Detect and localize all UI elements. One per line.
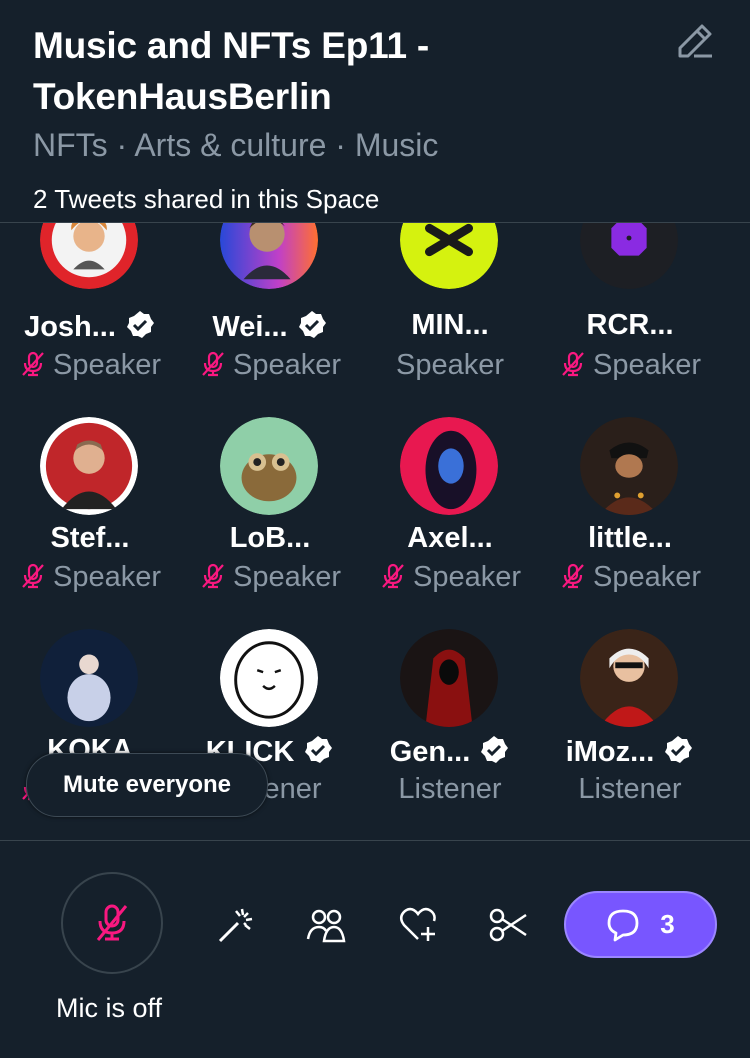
verified-badge-icon — [126, 311, 154, 338]
people-icon[interactable] — [306, 905, 346, 945]
participant-role: Speaker — [412, 561, 521, 593]
participant-role: Listener — [578, 773, 682, 805]
mic-muted-icon — [562, 563, 584, 589]
participant-tile[interactable]: Axel... Speaker — [360, 401, 540, 601]
space-header: Music and NFTs Ep11 - TokenHausBerlin NF… — [0, 0, 750, 222]
participant-tile[interactable]: Wei... Speaker — [180, 223, 360, 389]
space-topics: NFTs · Arts & culture · Music — [33, 127, 439, 163]
verified-badge-icon — [305, 736, 333, 763]
participant-name: iMoz... — [565, 736, 655, 768]
participant-tile[interactable]: Josh... Speaker — [0, 223, 180, 389]
participant-name: Wei... — [212, 311, 288, 343]
verified-badge-icon — [665, 736, 693, 763]
participant-tile[interactable]: LoB... Speaker — [180, 401, 360, 601]
participant-role: Speaker — [592, 561, 701, 593]
tweets-shared-link[interactable]: 2 Tweets shared in this Space — [33, 184, 379, 215]
participants-grid: Josh... Speaker Wei... Speaker MIN... Sp… — [0, 223, 750, 840]
participant-role: Speaker — [395, 349, 504, 381]
avatar — [580, 417, 678, 515]
scissors-icon[interactable] — [488, 905, 528, 945]
verified-badge-icon — [298, 311, 326, 338]
chat-button[interactable]: 3 — [564, 891, 717, 958]
avatar — [400, 223, 498, 289]
participant-tile[interactable]: little... Speaker — [540, 401, 720, 601]
chat-count: 3 — [660, 909, 675, 939]
mic-off-icon — [96, 904, 128, 941]
participant-role: Listener — [398, 773, 502, 805]
avatar — [400, 629, 498, 727]
chat-bubble-icon — [607, 909, 639, 941]
avatar — [220, 629, 318, 727]
participant-tile[interactable]: MIN... Speaker — [360, 223, 540, 389]
pencil-icon[interactable] — [672, 18, 718, 64]
verified-badge-icon — [481, 736, 509, 763]
participant-name: little... — [588, 522, 672, 554]
avatar — [40, 223, 138, 289]
participant-name: Josh... — [24, 311, 116, 343]
participant-tile[interactable]: Stef... Speaker — [0, 401, 180, 601]
participant-name: MIN... — [411, 309, 489, 341]
participant-tile[interactable]: Gen... Listener — [360, 613, 540, 813]
participant-name: Stef... — [50, 522, 130, 554]
magic-wand-icon[interactable] — [216, 905, 256, 945]
mic-muted-icon — [202, 563, 224, 589]
participant-tile[interactable]: iMoz... Listener — [540, 613, 720, 813]
avatar — [580, 629, 678, 727]
avatar — [220, 417, 318, 515]
avatar — [580, 223, 678, 289]
mute-everyone-button[interactable]: Mute everyone — [26, 753, 268, 817]
avatar — [40, 629, 138, 727]
mic-toggle-button[interactable] — [61, 872, 163, 974]
mic-muted-icon — [202, 351, 224, 377]
participant-name: Axel... — [407, 522, 493, 554]
avatar — [220, 223, 318, 289]
avatar — [400, 417, 498, 515]
mic-muted-icon — [22, 563, 44, 589]
participant-tile[interactable]: RCR... Speaker — [540, 223, 720, 389]
mic-status-label: Mic is off — [56, 993, 163, 1023]
participant-name: LoB... — [229, 522, 311, 554]
participant-role: Speaker — [232, 561, 341, 593]
mic-muted-icon — [382, 563, 404, 589]
participant-role: Speaker — [52, 561, 161, 593]
participant-name: Gen... — [389, 736, 471, 768]
heart-plus-icon[interactable] — [398, 905, 438, 945]
participant-role: Speaker — [592, 349, 701, 381]
mic-muted-icon — [562, 351, 584, 377]
participant-role: Speaker — [52, 349, 161, 381]
mic-muted-icon — [22, 351, 44, 377]
participant-name: RCR... — [586, 309, 674, 341]
participant-role: Speaker — [232, 349, 341, 381]
avatar — [40, 417, 138, 515]
space-controls: Mic is off 3 — [0, 841, 750, 1058]
space-title: Music and NFTs Ep11 - TokenHausBerlin — [33, 25, 430, 117]
